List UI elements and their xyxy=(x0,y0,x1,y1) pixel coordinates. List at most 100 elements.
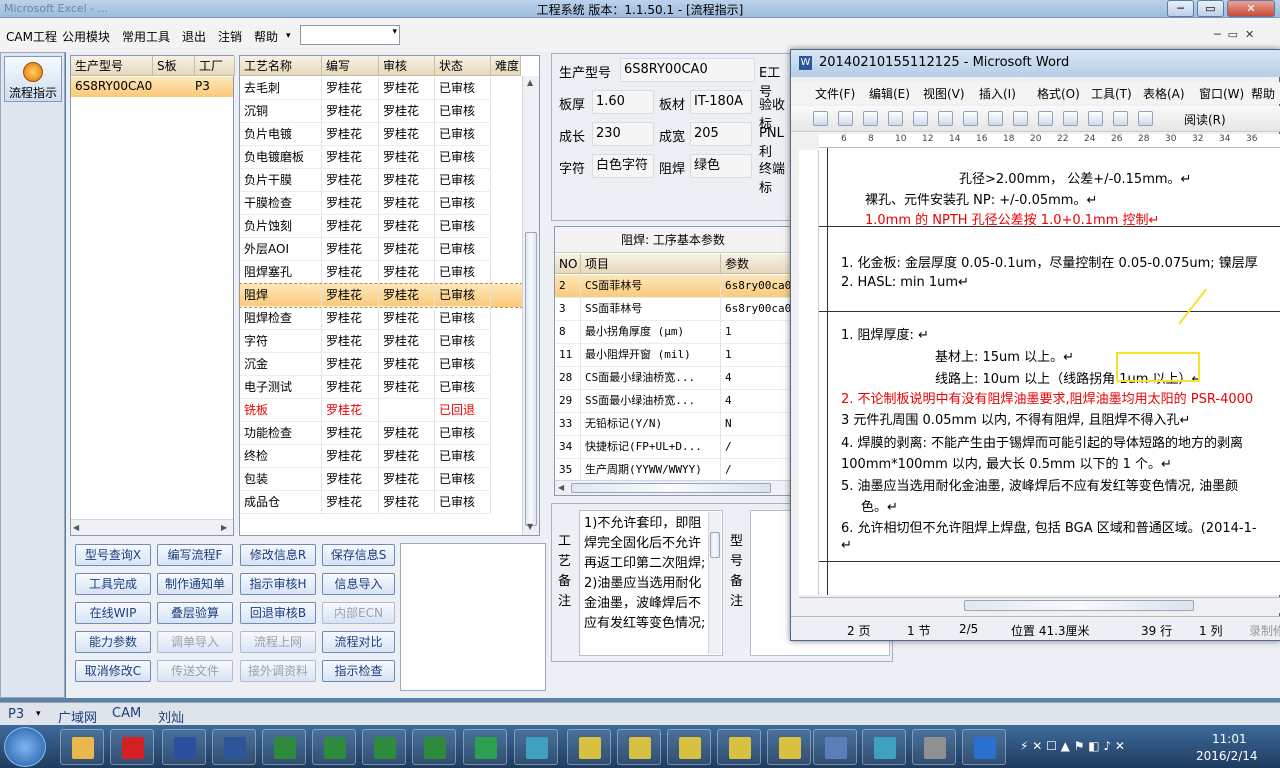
table-row[interactable]: 电子测试 罗桂花 罗桂花 已审核 xyxy=(240,376,522,399)
taskbar-app-button[interactable] xyxy=(514,729,558,765)
taskbar-app-button[interactable] xyxy=(567,729,611,765)
menu-logout[interactable]: 注销 xyxy=(218,28,242,45)
maximize-button[interactable]: ▭ xyxy=(1197,0,1224,17)
action-button[interactable]: 回退审核B xyxy=(240,602,316,624)
table-row[interactable]: 34 快捷标记(FP+UL+D... / xyxy=(555,436,791,459)
col-status[interactable]: 状态 xyxy=(435,56,491,76)
word-hscrollbar[interactable] xyxy=(799,597,1280,613)
toolbar-icon[interactable] xyxy=(1113,111,1128,126)
word-menu-item[interactable]: 格式(O) xyxy=(1037,85,1080,102)
action-button[interactable]: 信息导入 xyxy=(322,573,395,595)
menu-common-module[interactable]: 公用模块 xyxy=(62,28,110,45)
table-row[interactable]: 3 SS面菲林号 6s8ry00ca0 xyxy=(555,298,791,321)
toolbar-icon[interactable] xyxy=(1038,111,1053,126)
table-row[interactable]: 阻焊 罗桂花 罗桂花 已审核 xyxy=(239,283,523,308)
action-button[interactable]: 叠层验算 xyxy=(157,602,233,624)
start-button[interactable] xyxy=(4,727,46,767)
table-row[interactable]: 铣板 罗桂花 已回退 xyxy=(240,399,522,422)
word-ruler[interactable]: 6 8 10 12 14 16 18 20 22 24 26 28 30 32 34 36 xyxy=(819,134,1280,148)
toolbar-icon[interactable] xyxy=(888,111,903,126)
mdi-controls[interactable]: ─ ▭ ✕ xyxy=(1214,28,1254,41)
clock-time[interactable]: 11:01 xyxy=(1212,732,1247,746)
taskbar-app-button[interactable] xyxy=(110,729,154,765)
action-button[interactable]: 编写流程F xyxy=(157,544,233,566)
table-row[interactable]: 干膜检查 罗桂花 罗桂花 已审核 xyxy=(240,192,522,215)
table-row[interactable]: 负电镀磨板 罗桂花 罗桂花 已审核 xyxy=(240,146,522,169)
toolbar-icon[interactable] xyxy=(988,111,1003,126)
taskbar-app-button[interactable] xyxy=(312,729,356,765)
table-row[interactable]: 阻焊塞孔 罗桂花 罗桂花 已审核 xyxy=(240,261,522,284)
taskbar-app-button[interactable] xyxy=(912,729,956,765)
toolbar-icon[interactable] xyxy=(1013,111,1028,126)
word-document[interactable]: 孔径>2.00mm， 公差+/-0.15mm。↵ 裸孔、元件安装孔 NP: +/… xyxy=(819,148,1280,595)
toolbar-icon[interactable] xyxy=(1063,111,1078,126)
taskbar-app-button[interactable] xyxy=(60,729,104,765)
table-row[interactable]: 负片蚀刻 罗桂花 罗桂花 已审核 xyxy=(240,215,522,238)
word-menu-item[interactable]: 表格(A) xyxy=(1143,85,1185,102)
table-row[interactable]: 负片干膜 罗桂花 罗桂花 已审核 xyxy=(240,169,522,192)
soldermask-field[interactable]: 绿色 xyxy=(690,154,752,178)
thickness-field[interactable]: 1.60 xyxy=(592,90,654,114)
minimize-button[interactable]: ─ xyxy=(1167,0,1194,17)
toolbar-icon[interactable] xyxy=(863,111,878,126)
taskbar-app-button[interactable] xyxy=(262,729,306,765)
table-row[interactable]: 2 CS面菲林号 6s8ry00ca0 xyxy=(555,275,791,298)
close-button[interactable]: ✕ xyxy=(1227,0,1275,17)
taskbar-app-button[interactable] xyxy=(962,729,1006,765)
toolbar-icon[interactable] xyxy=(838,111,853,126)
table-row[interactable]: 负片电镀 罗桂花 罗桂花 已审核 xyxy=(240,123,522,146)
col-model[interactable]: 生产型号 xyxy=(71,56,153,76)
flow-indication-button[interactable]: 流程指示 xyxy=(4,56,62,102)
taskbar-app-button[interactable] xyxy=(463,729,507,765)
scroll-thumb[interactable] xyxy=(571,483,771,493)
toolbar-icon[interactable] xyxy=(913,111,928,126)
taskbar-app-button[interactable] xyxy=(362,729,406,765)
table-row[interactable]: 包装 罗桂花 罗桂花 已审核 xyxy=(240,468,522,491)
action-button[interactable]: 工具完成 xyxy=(75,573,151,595)
taskbar-app-button[interactable] xyxy=(862,729,906,765)
help-dropdown-icon[interactable]: ▾ xyxy=(286,31,291,41)
table-row[interactable]: 28 CS面最小绿油桥宽... 4 xyxy=(555,367,791,390)
process-scrollbar[interactable]: ▲ ▼ xyxy=(522,76,539,535)
table-row[interactable]: 11 最小阻焊开窗 (mil) 1 xyxy=(555,344,791,367)
tray-icons[interactable]: ⚡ ✕ ☐ ▲ ⚑ ◧ ♪ ✕ xyxy=(1020,739,1125,753)
table-row[interactable]: 33 无铅标记(Y/N) N xyxy=(555,413,791,436)
width-field[interactable]: 205 xyxy=(690,122,752,146)
menu-cam[interactable]: CAM工程 xyxy=(6,28,57,45)
word-menu-item[interactable]: 工具(T) xyxy=(1091,85,1132,102)
taskbar-app-button[interactable] xyxy=(617,729,661,765)
character-field[interactable]: 白色字符 xyxy=(592,154,654,178)
col-item[interactable]: 项目 xyxy=(581,254,721,274)
horizontal-scrollbar[interactable]: ◀ ▶ xyxy=(71,519,233,535)
col-factory[interactable]: 工厂 xyxy=(195,56,235,76)
action-button[interactable]: 指示检查 xyxy=(322,660,395,682)
action-button[interactable]: 流程对比 xyxy=(322,631,395,653)
length-field[interactable]: 230 xyxy=(592,122,654,146)
toolbar-icon[interactable] xyxy=(1088,111,1103,126)
table-row[interactable]: 成品仓 罗桂花 罗桂花 已审核 xyxy=(240,491,522,514)
action-button[interactable]: 能力参数 xyxy=(75,631,151,653)
col-author[interactable]: 编写 xyxy=(322,56,379,76)
scroll-thumb[interactable] xyxy=(525,232,537,526)
table-row[interactable]: 去毛刺 罗桂花 罗桂花 已审核 xyxy=(240,77,522,100)
table-row[interactable]: 8 最小拐角厚度 (μm) 1 xyxy=(555,321,791,344)
blank-textbox[interactable] xyxy=(400,543,546,691)
word-menu-item[interactable]: 编辑(E) xyxy=(869,85,910,102)
scroll-thumb[interactable] xyxy=(964,600,1194,611)
read-mode-button[interactable]: 阅读(R) xyxy=(1184,111,1226,128)
table-row[interactable]: 6S8RY00CA0 P3 xyxy=(71,77,233,97)
toolbar-icon[interactable] xyxy=(938,111,953,126)
table-row[interactable]: 35 生产周期(YYWW/WWYY) / xyxy=(555,459,791,482)
table-row[interactable]: 外层AOI 罗桂花 罗桂花 已审核 xyxy=(240,238,522,261)
action-button[interactable]: 在线WIP xyxy=(75,602,151,624)
taskbar-app-button[interactable] xyxy=(767,729,811,765)
menu-help[interactable]: 帮助 xyxy=(254,28,278,45)
word-menu-item[interactable]: 插入(I) xyxy=(979,85,1016,102)
action-button[interactable]: 修改信息R xyxy=(240,544,316,566)
taskbar-app-button[interactable] xyxy=(667,729,711,765)
action-button[interactable]: 指示审核H xyxy=(240,573,316,595)
action-button[interactable]: 型号查询X xyxy=(75,544,151,566)
table-row[interactable]: 29 SS面最小绿油桥宽... 4 xyxy=(555,390,791,413)
word-menu-item[interactable]: 视图(V) xyxy=(923,85,965,102)
col-reviewer[interactable]: 审核 xyxy=(379,56,435,76)
